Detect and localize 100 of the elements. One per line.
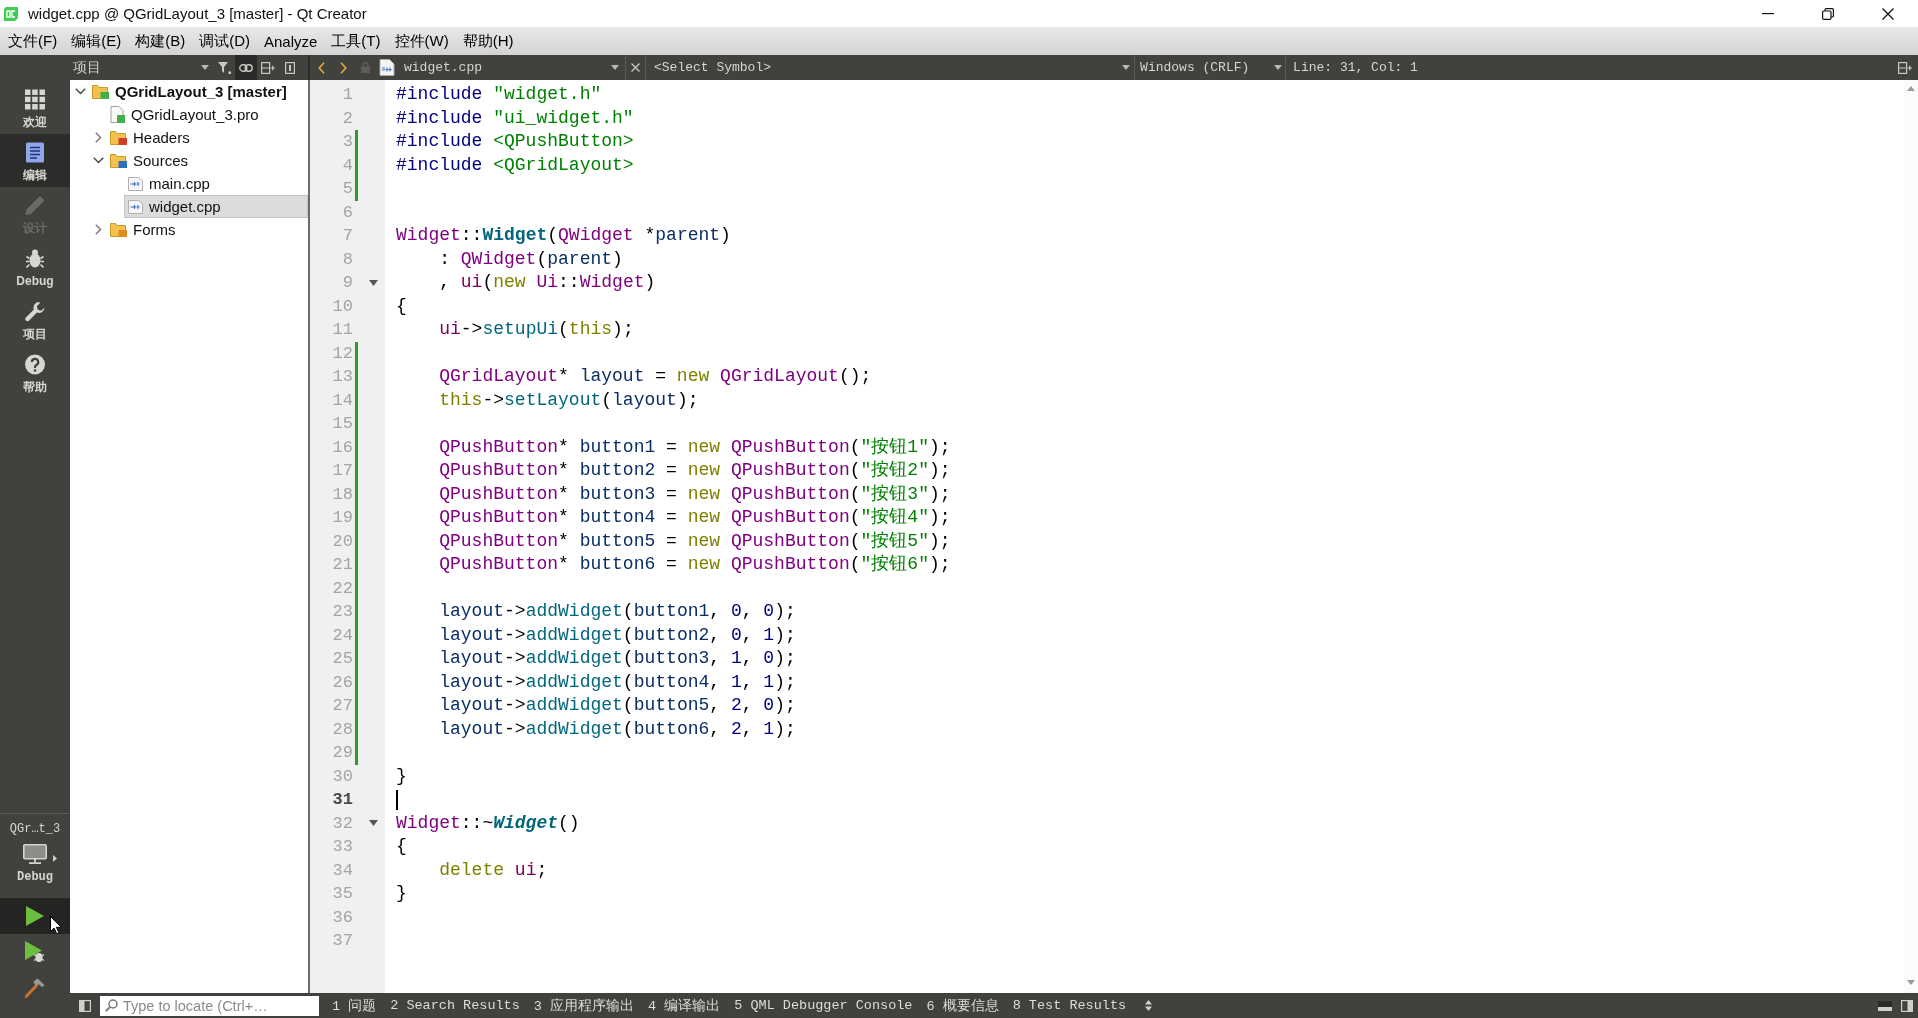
line-number: 25 xyxy=(331,648,354,670)
line-number: 37 xyxy=(331,930,354,952)
tree-item[interactable]: Forms xyxy=(106,218,308,241)
menu-item[interactable]: Analyze xyxy=(257,30,325,52)
line-number: 21 xyxy=(331,554,354,576)
line-number: 23 xyxy=(331,601,354,623)
wrench-icon xyxy=(25,301,45,322)
lock-icon xyxy=(360,62,370,73)
code-line: #include "widget.h" xyxy=(396,83,602,106)
document-icon xyxy=(110,106,125,123)
menu-item[interactable]: 调试(D) xyxy=(192,29,257,53)
code-line: QPushButton* button5 = new QPushButton("按钮5"); xyxy=(438,529,951,553)
chevron-right-icon[interactable] xyxy=(94,132,102,143)
output-pane-button[interactable]: 5 QML Debugger Console xyxy=(727,993,920,1018)
chevron-right-icon xyxy=(339,61,347,74)
mode-button[interactable]: 编辑 xyxy=(0,134,70,187)
output-pane-button[interactable]: 1 问题 xyxy=(325,993,384,1018)
line-number: 13 xyxy=(331,366,354,388)
chevron-right-icon[interactable] xyxy=(94,224,102,235)
code-line: Widget::Widget(QWidget *parent) xyxy=(396,224,731,247)
line-number: 14 xyxy=(331,389,354,412)
menu-item[interactable]: 帮助(H) xyxy=(455,29,521,53)
line-number: 31 xyxy=(331,789,354,811)
menu-item[interactable]: 文件(F) xyxy=(1,29,65,53)
text-cursor-icon xyxy=(396,789,398,810)
menu-item[interactable]: 控件(W) xyxy=(387,29,456,53)
tree-item[interactable]: QGridLayout_3.pro xyxy=(106,103,308,126)
code-line: layout->addWidget(button2, 0, 1); xyxy=(438,623,796,647)
line-number: 32 xyxy=(331,812,354,835)
monitor-icon xyxy=(23,844,47,864)
pencil-icon xyxy=(25,195,45,216)
fold-arrow-icon[interactable] xyxy=(368,820,378,827)
split-icon xyxy=(261,61,275,74)
output-pane-button[interactable]: 4 编译输出 xyxy=(641,993,728,1018)
line-number: 2 xyxy=(341,107,354,130)
view-selector[interactable]: 项目 xyxy=(73,58,213,77)
line-number: 30 xyxy=(331,765,354,788)
split-icon xyxy=(1898,61,1912,74)
code-line: delete ui; xyxy=(438,858,548,882)
code-line: layout->addWidget(button5, 2, 0); xyxy=(438,694,796,717)
play-bug-icon xyxy=(25,941,45,963)
code-line: } xyxy=(396,882,407,905)
line-number: 20 xyxy=(331,530,354,553)
run-button[interactable] xyxy=(0,898,70,934)
mode-button[interactable]: 项目 xyxy=(0,293,70,346)
close-icon xyxy=(631,63,640,72)
mode-button[interactable]: Debug xyxy=(0,240,70,293)
tree-item[interactable]: widget.cpp xyxy=(124,195,308,218)
folder-icon xyxy=(110,222,127,237)
tree-item[interactable]: main.cpp xyxy=(124,172,308,195)
line-number: 18 xyxy=(331,483,354,506)
code-line: { xyxy=(396,835,407,858)
menu-item[interactable]: 工具(T) xyxy=(324,29,388,53)
mode-button[interactable]: 帮助 xyxy=(0,346,70,399)
code-line: QPushButton* button3 = new QPushButton("按钮3"); xyxy=(438,482,951,506)
menu-item[interactable]: 编辑(E) xyxy=(64,29,129,53)
code-line: { xyxy=(396,294,407,318)
code-line: : QWidget(parent) xyxy=(438,247,623,271)
line-number: 28 xyxy=(331,718,354,741)
tree-item[interactable]: QGridLayout_3 [master] xyxy=(88,80,308,103)
scroll-down-arrow-icon[interactable] xyxy=(1907,980,1915,985)
tree-item[interactable]: Sources xyxy=(106,149,308,172)
output-pane-button[interactable]: 6 概要信息 xyxy=(919,993,1006,1018)
output-pane-button[interactable]: 8 Test Results xyxy=(1005,993,1134,1018)
menu-item[interactable]: 构建(B) xyxy=(128,29,193,53)
help-icon xyxy=(25,354,45,375)
chevron-down-icon[interactable] xyxy=(74,88,86,95)
locator-field[interactable]: Type to locate (Ctrl+… xyxy=(100,995,319,1016)
code-line: QPushButton* button2 = new QPushButton("按钮2"); xyxy=(438,459,951,482)
minimize-icon xyxy=(1762,12,1774,15)
scroll-up-arrow-icon[interactable] xyxy=(1907,86,1915,91)
code-line: layout->addWidget(button4, 1, 1); xyxy=(438,670,796,694)
output-pane-button[interactable]: 2 Search Results xyxy=(383,993,527,1018)
code-line: #include <QGridLayout> xyxy=(396,153,634,177)
line-number: 36 xyxy=(331,906,354,929)
line-number: 33 xyxy=(331,836,354,858)
line-number: 6 xyxy=(341,201,354,224)
line-number: 1 xyxy=(341,84,354,106)
line-number: 16 xyxy=(331,436,354,459)
folder-icon xyxy=(92,84,109,99)
chevron-down-icon[interactable] xyxy=(92,157,104,164)
line-number: 22 xyxy=(331,577,354,600)
dropdown-arrow-icon xyxy=(1274,65,1283,70)
code-line: this->setLayout(layout); xyxy=(438,388,699,412)
mode-button[interactable]: 欢迎 xyxy=(0,81,70,134)
document-icon xyxy=(26,142,44,163)
tree-item[interactable]: Headers xyxy=(106,126,308,149)
fold-arrow-icon[interactable] xyxy=(368,279,378,286)
line-number: 26 xyxy=(331,671,354,694)
output-pane-button[interactable]: 3 应用程序输出 xyxy=(526,993,642,1018)
mouse-pointer-icon xyxy=(50,916,61,934)
dropdown-arrow-icon xyxy=(1122,65,1131,70)
line-number: 9 xyxy=(341,272,354,294)
caret-right-icon xyxy=(53,855,57,862)
kit-selector[interactable]: QGr…t_3 Debug xyxy=(0,818,70,898)
code-line: QGridLayout* layout = new QGridLayout(); xyxy=(438,365,872,388)
line-number: 12 xyxy=(331,342,354,365)
sidebar-toggle-icon xyxy=(1901,999,1913,1012)
up-down-arrows-icon xyxy=(1144,1000,1152,1011)
sync-button[interactable] xyxy=(235,55,257,80)
